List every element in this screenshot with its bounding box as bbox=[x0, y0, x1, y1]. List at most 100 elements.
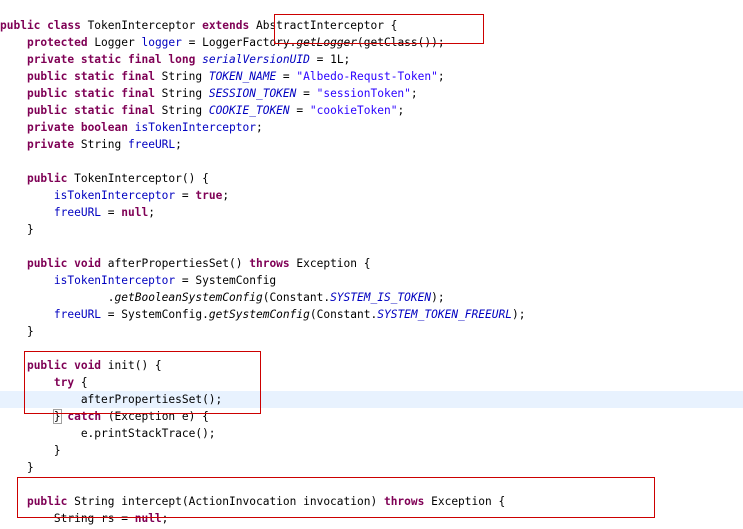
keyword-token: true bbox=[195, 189, 223, 202]
code-text: = bbox=[101, 206, 122, 219]
code-text: } bbox=[0, 325, 34, 338]
code-line[interactable]: isTokenInterceptor = SystemConfig bbox=[0, 272, 743, 289]
code-line[interactable]: private boolean isTokenInterceptor; bbox=[0, 119, 743, 136]
code-text: init() { bbox=[101, 359, 162, 372]
code-text: = 1L; bbox=[309, 53, 351, 66]
keyword-token: try bbox=[53, 376, 75, 389]
matching-bracket: } bbox=[52, 409, 62, 424]
code-line[interactable]: private String freeURL; bbox=[0, 136, 743, 153]
keyword-token: public void bbox=[26, 359, 102, 372]
code-text: { bbox=[74, 376, 88, 389]
code-text: = SystemConfig bbox=[175, 274, 277, 287]
string-literal-token: "cookieToken" bbox=[309, 104, 398, 117]
code-text: Exception { bbox=[289, 257, 371, 270]
code-line[interactable]: public void afterPropertiesSet() throws … bbox=[0, 255, 743, 272]
code-line[interactable]: public static final String COOKIE_TOKEN … bbox=[0, 102, 743, 119]
static-field-token: SESSION_TOKEN bbox=[208, 87, 297, 100]
code-text: String bbox=[74, 138, 128, 151]
code-line[interactable]: } catch (Exception e) { bbox=[0, 408, 743, 425]
code-line[interactable]: public String intercept(ActionInvocation… bbox=[0, 493, 743, 510]
code-line[interactable]: String rs = null; bbox=[0, 510, 743, 527]
code-text: afterPropertiesSet() bbox=[101, 257, 250, 270]
code-text: ; bbox=[222, 189, 230, 202]
keyword-token: public class bbox=[0, 19, 81, 32]
code-line[interactable]: isTokenInterceptor = true; bbox=[0, 187, 743, 204]
field-token: isTokenInterceptor bbox=[53, 189, 176, 202]
code-line-current[interactable]: afterPropertiesSet(); bbox=[0, 391, 743, 408]
code-line[interactable]: public static final String TOKEN_NAME = … bbox=[0, 68, 743, 85]
code-text: = bbox=[289, 104, 310, 117]
code-text: } bbox=[0, 223, 34, 236]
code-text: e.printStackTrace(); bbox=[0, 427, 216, 440]
keyword-token: public static final bbox=[26, 70, 155, 83]
code-line[interactable]: freeURL = SystemConfig.getSystemConfig(C… bbox=[0, 306, 743, 323]
code-line[interactable]: public void init() { bbox=[0, 357, 743, 374]
code-text: = bbox=[296, 87, 317, 100]
code-text: ; bbox=[410, 87, 418, 100]
keyword-token: private static final long bbox=[26, 53, 196, 66]
code-line[interactable]: } bbox=[0, 442, 743, 459]
code-line[interactable] bbox=[0, 238, 743, 255]
code-line[interactable]: .getBooleanSystemConfig(Constant.SYSTEM_… bbox=[0, 289, 743, 306]
code-line[interactable]: private static final long serialVersionU… bbox=[0, 51, 743, 68]
keyword-token: catch bbox=[67, 410, 102, 423]
code-text: } bbox=[0, 461, 34, 474]
code-text: ; bbox=[397, 104, 405, 117]
code-text: ); bbox=[431, 291, 445, 304]
keyword-token: private boolean bbox=[26, 121, 128, 134]
static-field-token: SYSTEM_IS_TOKEN bbox=[330, 291, 432, 304]
keyword-token: throws bbox=[383, 495, 425, 508]
code-text: = LoggerFactory. bbox=[181, 36, 297, 49]
code-text: = bbox=[276, 70, 297, 83]
code-text: String bbox=[154, 104, 209, 117]
code-line[interactable]: } bbox=[0, 323, 743, 340]
keyword-token: null bbox=[121, 206, 149, 219]
code-line[interactable] bbox=[0, 153, 743, 170]
code-line[interactable]: protected Logger logger = LoggerFactory.… bbox=[0, 34, 743, 51]
code-text: . bbox=[0, 291, 115, 304]
code-line[interactable] bbox=[0, 476, 743, 493]
code-line[interactable]: try { bbox=[0, 374, 743, 391]
code-text: String intercept(ActionInvocation invoca… bbox=[67, 495, 384, 508]
code-line[interactable]: } bbox=[0, 221, 743, 238]
static-field-token: serialVersionUID bbox=[202, 53, 310, 66]
code-line[interactable]: } bbox=[0, 459, 743, 476]
code-line[interactable]: public TokenInterceptor() { bbox=[0, 170, 743, 187]
code-line[interactable]: public static final String SESSION_TOKEN… bbox=[0, 85, 743, 102]
keyword-token: extends bbox=[202, 19, 250, 32]
code-text: afterPropertiesSet(); bbox=[0, 393, 223, 406]
code-text: ; bbox=[175, 138, 182, 151]
code-text: ); bbox=[511, 308, 526, 321]
code-text: (Constant. bbox=[309, 308, 378, 321]
code-line[interactable]: public class TokenInterceptor extends Ab… bbox=[0, 17, 743, 34]
static-field-token: SYSTEM_TOKEN_FREEURL bbox=[377, 308, 512, 321]
field-token: freeURL bbox=[53, 308, 102, 321]
code-line[interactable]: e.printStackTrace(); bbox=[0, 425, 743, 442]
field-token: freeURL bbox=[128, 138, 176, 151]
code-text: (Exception e) { bbox=[101, 410, 209, 423]
code-line[interactable]: freeURL = null; bbox=[0, 204, 743, 221]
code-editor[interactable]: public class TokenInterceptor extends Ab… bbox=[0, 0, 743, 529]
keyword-token: protected bbox=[26, 36, 88, 49]
code-line[interactable] bbox=[0, 340, 743, 357]
keyword-token: throws bbox=[249, 257, 290, 270]
field-token: logger bbox=[141, 36, 182, 49]
code-text: ; bbox=[437, 70, 445, 83]
keyword-token: private bbox=[26, 138, 75, 151]
